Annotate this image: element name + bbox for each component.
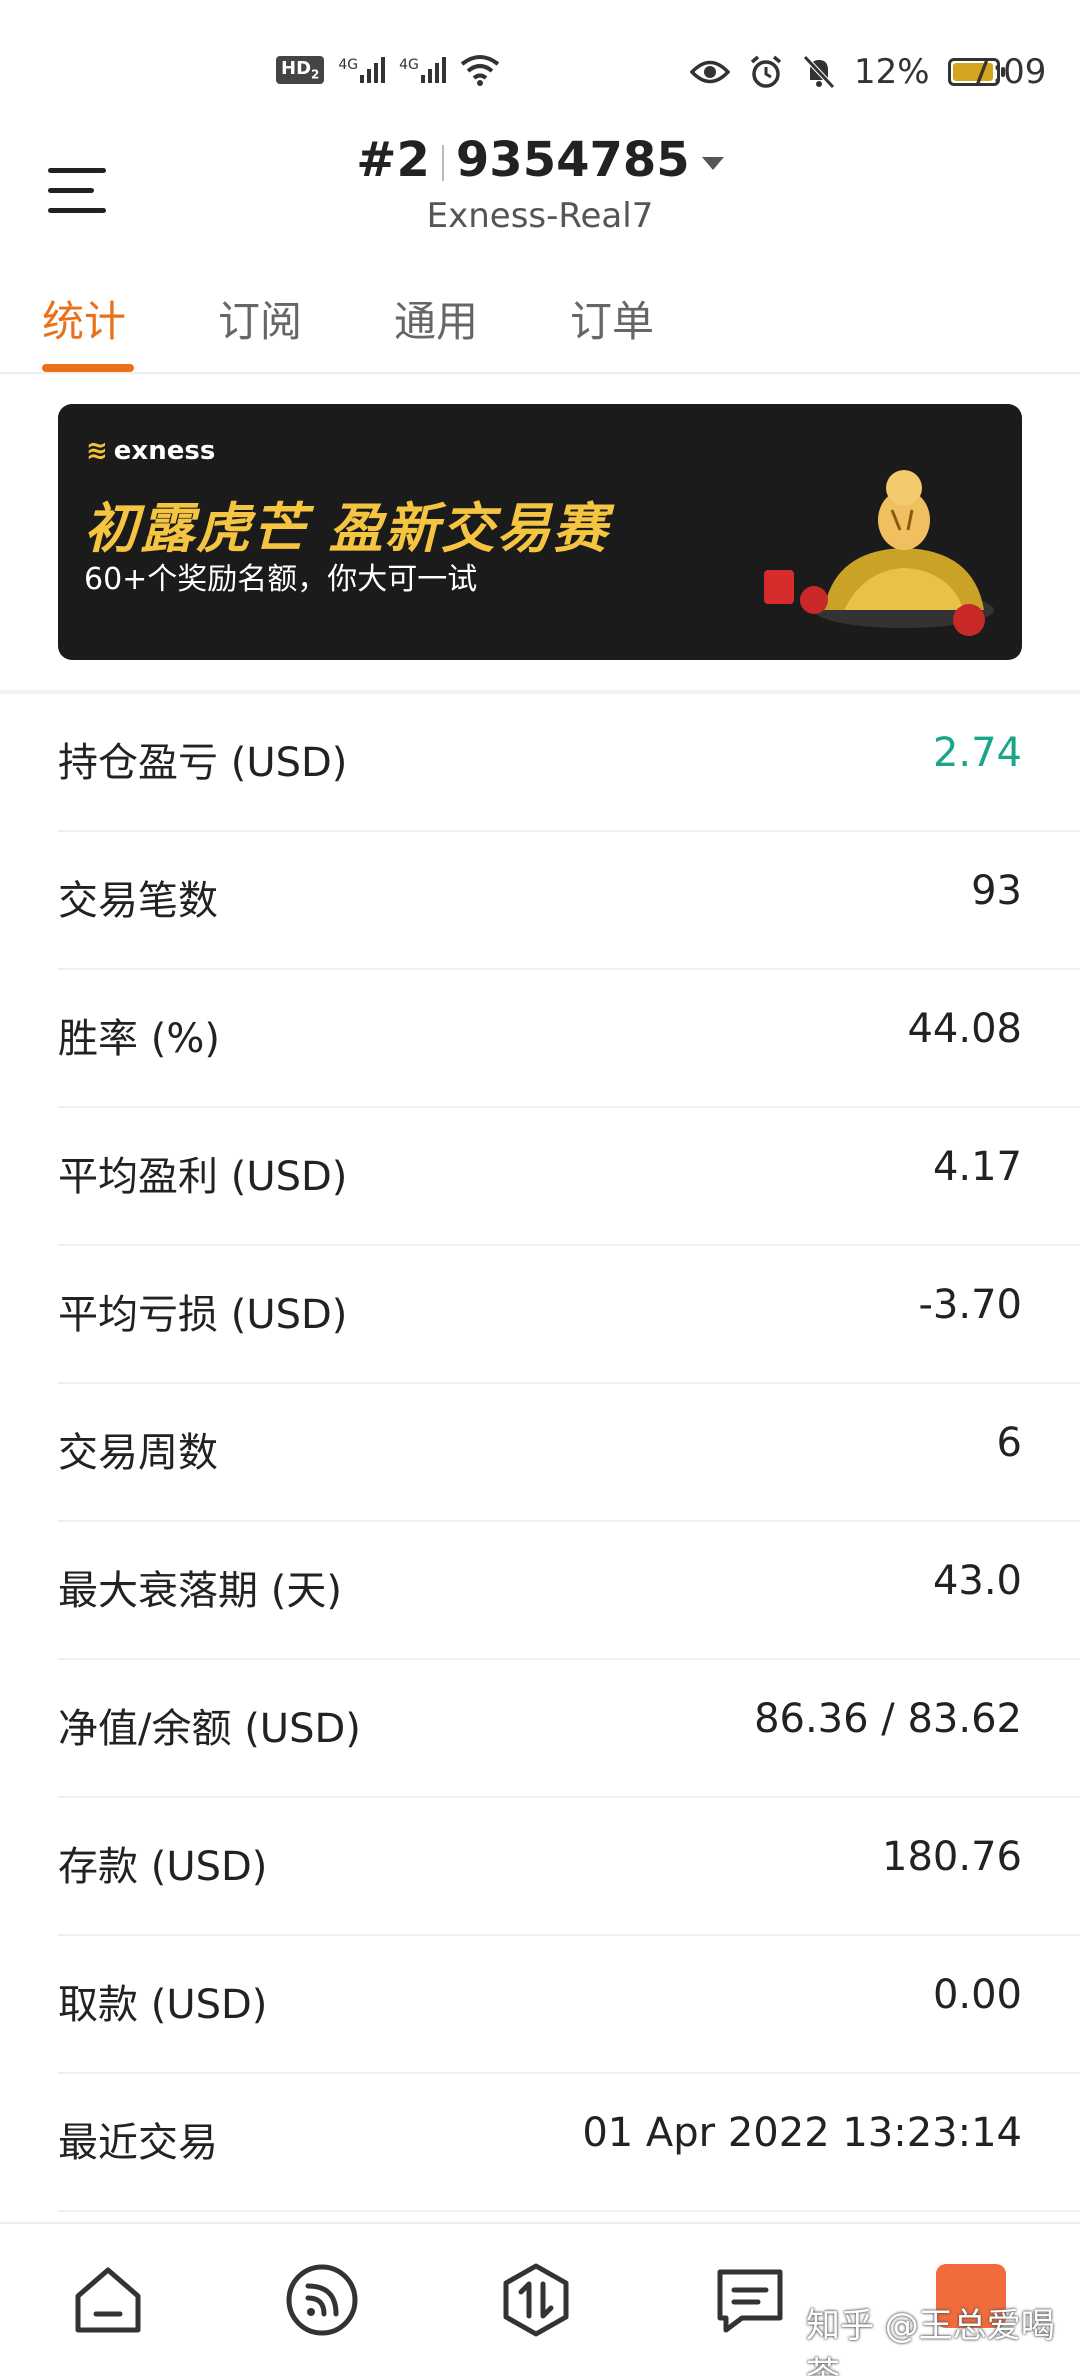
stat-value: 86.36 / 83.62	[754, 1696, 1022, 1742]
stat-value: 01 Apr 2022 13:23:14	[582, 2110, 1022, 2156]
stat-row-withdrawals: 取款 (USD) 0.00	[58, 1936, 1080, 2074]
status-right-icons: 12%	[690, 52, 1005, 92]
status-bar: HD2 4G 4G 12% 7:09	[0, 0, 1080, 130]
stat-value: 44.08	[907, 1006, 1022, 1052]
stat-row-floating-pnl: 持仓盈亏 (USD) 2.74	[58, 694, 1080, 832]
signal-icon-1: 4G	[338, 57, 386, 83]
stat-label: 持仓盈亏 (USD)	[58, 740, 348, 786]
app-header: #2 9354785 Exness-Real7	[0, 130, 1080, 250]
wifi-icon	[460, 55, 500, 86]
statistics-list: 持仓盈亏 (USD) 2.74 交易笔数 93 胜率 (%) 44.08 平均盈…	[58, 694, 1080, 2212]
banner-title: 初露虎芒 盈新交易赛	[84, 497, 609, 560]
tab-subscriptions[interactable]: 订阅	[218, 288, 302, 349]
stat-row-deposits: 存款 (USD) 180.76	[58, 1798, 1080, 1936]
tab-statistics[interactable]: 统计	[42, 288, 126, 349]
trade-icon[interactable]	[498, 2262, 574, 2338]
alarm-icon	[750, 55, 782, 88]
stat-row-trading-weeks: 交易周数 6	[58, 1384, 1080, 1522]
stat-value: 2.74	[932, 730, 1022, 776]
eye-icon	[690, 60, 730, 84]
account-prefix: #2	[356, 132, 430, 188]
stat-label: 交易笔数	[58, 878, 218, 924]
account-server: Exness-Real7	[426, 196, 654, 236]
tab-bar: 统计 订阅 通用 订单	[0, 280, 1080, 374]
stat-value: 43.0	[932, 1558, 1022, 1604]
exness-logo: ≋ exness	[86, 436, 216, 466]
tab-orders[interactable]: 订单	[570, 288, 654, 349]
stat-row-equity-balance: 净值/余额 (USD) 86.36 / 83.62	[58, 1660, 1080, 1798]
hd-badge: HD2	[276, 56, 325, 84]
stat-row-avg-profit: 平均盈利 (USD) 4.17	[58, 1108, 1080, 1246]
watermark: 知乎 @王总爱喝茶	[806, 2306, 1055, 2376]
stat-label: 最近交易	[58, 2120, 218, 2166]
stat-label: 最大衰落期 (天)	[58, 1568, 342, 1614]
stat-label: 平均亏损 (USD)	[58, 1292, 348, 1338]
stat-row-last-trade: 最近交易 01 Apr 2022 13:23:14	[58, 2074, 1080, 2212]
stat-label: 净值/余额 (USD)	[58, 1706, 361, 1752]
stat-value: 93	[971, 868, 1022, 914]
caret-down-icon	[701, 156, 724, 170]
stat-label: 平均盈利 (USD)	[58, 1154, 348, 1200]
battery-percent: 12%	[854, 52, 930, 92]
account-selector[interactable]: #2 9354785	[0, 132, 1080, 188]
chat-icon[interactable]	[712, 2262, 788, 2338]
active-tab-indicator	[42, 364, 134, 372]
stat-row-win-rate: 胜率 (%) 44.08	[58, 970, 1080, 1108]
feed-icon[interactable]	[284, 2262, 360, 2338]
stat-row-trades: 交易笔数 93	[58, 832, 1080, 970]
stat-row-max-drawdown-period: 最大衰落期 (天) 43.0	[58, 1522, 1080, 1660]
clock: 7:09	[970, 52, 1047, 92]
account-number: 9354785	[455, 132, 690, 188]
stat-row-avg-loss: 平均亏损 (USD) -3.70	[58, 1246, 1080, 1384]
promo-banner[interactable]: ≋ exness 初露虎芒 盈新交易赛 60+个奖励名额，你大可一试	[58, 404, 1022, 660]
stat-value: 0.00	[932, 1972, 1022, 2018]
stat-label: 胜率 (%)	[58, 1016, 220, 1062]
stat-value: 180.76	[882, 1834, 1022, 1880]
account-separator	[441, 145, 444, 181]
tab-general[interactable]: 通用	[394, 288, 478, 349]
stat-label: 取款 (USD)	[58, 1982, 268, 2028]
stat-label: 存款 (USD)	[58, 1844, 268, 1890]
stat-value: -3.70	[918, 1282, 1023, 1328]
bottom-navigation: 知乎 @王总爱喝茶	[0, 2222, 1080, 2376]
tiger-trophy-illustration	[764, 470, 994, 636]
banner-subtitle: 60+个奖励名额，你大可一试	[84, 562, 478, 597]
stat-value: 4.17	[932, 1144, 1022, 1190]
mute-icon	[803, 55, 835, 89]
signal-icon-2: 4G	[399, 57, 446, 83]
stat-label: 交易周数	[58, 1430, 218, 1476]
status-left-icons: HD2 4G 4G	[276, 54, 500, 86]
home-icon[interactable]	[70, 2262, 146, 2338]
stat-value: 6	[996, 1420, 1022, 1466]
